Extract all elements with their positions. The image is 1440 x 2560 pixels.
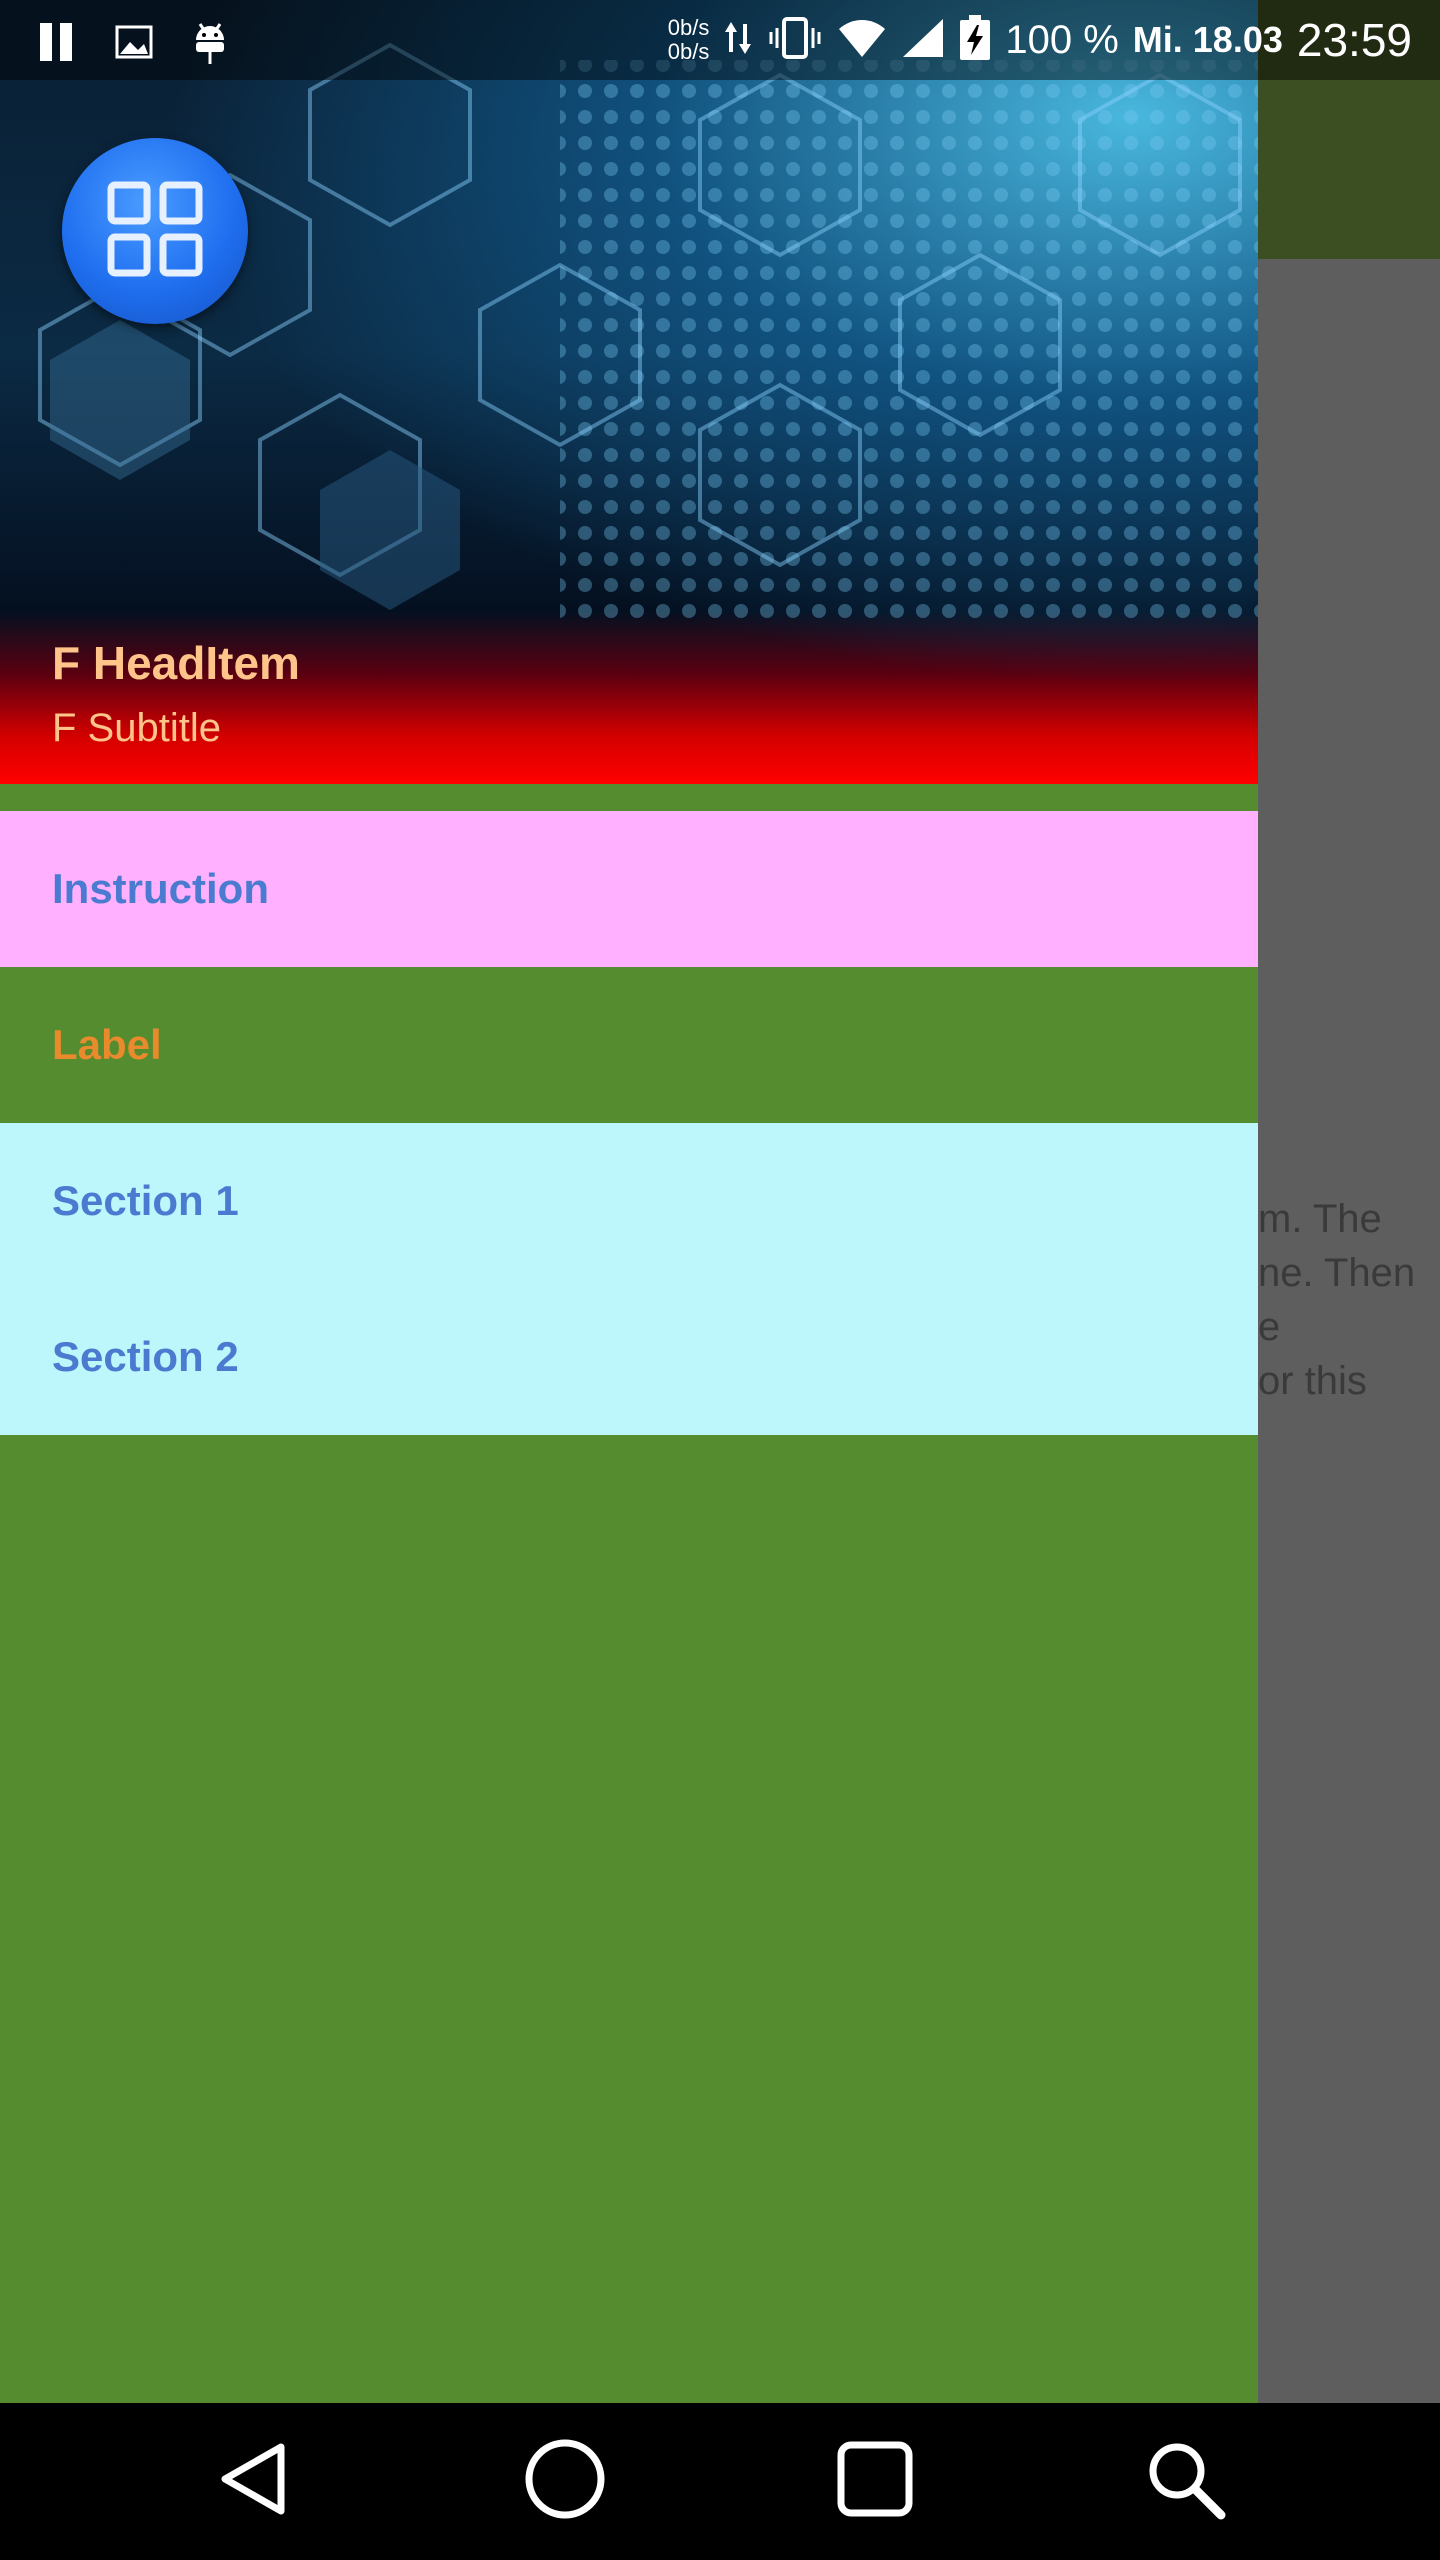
drawer-item-instruction[interactable]: Instruction [0,811,1258,967]
navigation-bar [0,2403,1440,2560]
back-button[interactable] [200,2427,310,2537]
image-icon [114,22,154,67]
drawer-header: F HeadItem F Subtitle [0,0,1258,784]
vibrate-icon [767,16,823,65]
status-clock: 23:59 [1296,14,1412,66]
data-transfer-icon [723,18,753,63]
status-bar: 0b/s 0b/s 100 % Mi. 18.03 23:59 [0,0,1440,80]
network-speed: 0b/s 0b/s [668,16,710,64]
drawer-item-section-2[interactable]: Section 2 [0,1279,1258,1435]
battery-percent: 100 % [1005,17,1119,62]
navigation-drawer: F HeadItem F Subtitle Instruction Label … [0,0,1258,2403]
battery-charging-icon [959,14,991,66]
drawer-item-label: Section 1 [52,1177,239,1224]
recents-button[interactable] [820,2427,930,2537]
drawer-item-section-1[interactable]: Section 1 [0,1123,1258,1279]
android-icon [190,18,230,71]
net-speed-down: 0b/s [667,39,710,64]
wifi-icon [837,17,887,64]
home-button[interactable] [510,2427,620,2537]
header-title: F HeadItem [52,637,300,689]
status-bar-left [36,18,230,71]
background-app-text: m. The ne. Then e or this [1258,1192,1440,1408]
drawer-item-label: Section 2 [52,1333,239,1380]
search-button[interactable] [1130,2427,1240,2537]
background-text-line: or this [1258,1359,1367,1403]
background-text-line: m. The [1258,1197,1382,1241]
background-text-line: e [1258,1305,1281,1349]
back-triangle-icon [215,2439,295,2524]
background-text-line: ne. Then [1258,1251,1416,1295]
grid-icon [105,179,205,284]
status-bar-right: 0b/s 0b/s 100 % Mi. 18.03 23:59 [668,0,1412,80]
header-avatar[interactable] [62,138,248,324]
header-subtitle: F Subtitle [52,706,221,750]
search-icon [1143,2437,1227,2526]
drawer-item-label: Label [52,1021,162,1068]
status-date: Mi. 18.03 [1132,19,1283,60]
cell-signal-icon [901,17,945,64]
net-speed-up: 0b/s [667,15,710,40]
drawer-item-label-header: Label [0,967,1258,1123]
pause-icon [36,21,78,68]
recents-square-icon [835,2439,915,2524]
drawer-item-label: Instruction [52,865,269,912]
home-circle-icon [523,2437,607,2526]
